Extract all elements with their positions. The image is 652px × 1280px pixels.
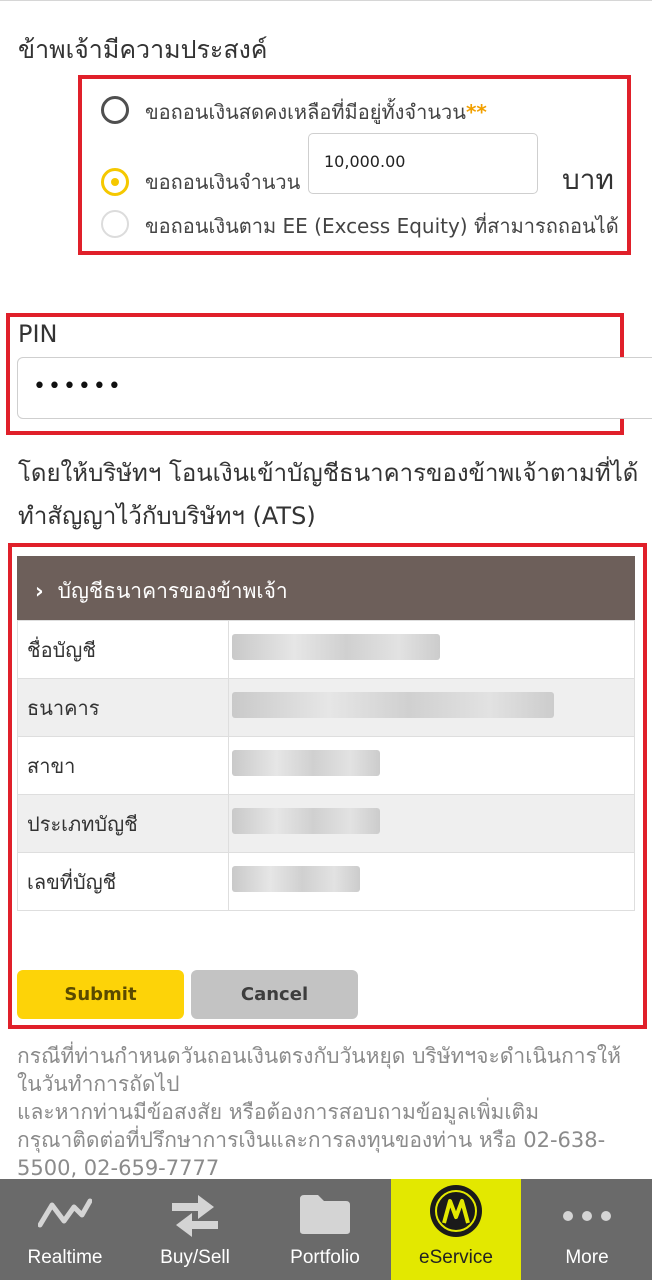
option-withdraw-ee-label: ขอถอนเงินตาม EE (Excess Equity) ที่สามาร… xyxy=(145,214,619,238)
chevron-right-icon: › xyxy=(35,579,44,603)
amount-input[interactable]: 10,000.00 xyxy=(308,133,538,194)
redacted-value xyxy=(232,634,440,660)
pin-input[interactable]: •••••• xyxy=(17,357,652,419)
row-label-bank: ธนาคาร xyxy=(17,678,229,737)
transfer-intro-text: โดยให้บริษัทฯ โอนเงินเข้าบัญชีธนาคารของข… xyxy=(18,459,639,530)
bank-logo-icon xyxy=(430,1185,482,1237)
row-label-account-type: ประเภทบัญชี xyxy=(17,794,229,853)
radio-withdraw-ee[interactable] xyxy=(101,210,129,238)
cancel-button[interactable]: Cancel xyxy=(191,970,358,1019)
row-value-redacted xyxy=(228,736,635,795)
required-stars: ** xyxy=(465,100,487,124)
note-line: และหากท่านมีข้อสงสัย หรือต้องการสอบถามข้… xyxy=(17,1100,540,1124)
row-label-account-number: เลขที่บัญชี xyxy=(17,852,229,911)
tab-more[interactable]: More xyxy=(522,1179,652,1280)
bank-account-header[interactable]: › บัญชีธนาคารของข้าพเจ้า xyxy=(17,556,635,620)
bottom-tab-bar: Realtime Buy/Sell Portfolio eService Mor… xyxy=(0,1179,652,1280)
bank-account-header-label: บัญชีธนาคารของข้าพเจ้า xyxy=(57,579,288,603)
tab-buy-sell[interactable]: Buy/Sell xyxy=(130,1179,260,1280)
option-withdraw-all-label: ขอถอนเงินสดคงเหลือที่มีอยู่ทั้งจำนวน** xyxy=(145,100,487,124)
table-row: ประเภทบัญชี xyxy=(17,794,635,853)
pin-label: PIN xyxy=(18,320,58,348)
option-withdraw-amount-label: ขอถอนเงินจำนวน xyxy=(145,170,301,194)
row-value-redacted xyxy=(228,678,635,737)
tab-label: More xyxy=(565,1247,609,1268)
chart-line-icon xyxy=(38,1198,92,1228)
bank-account-table: ชื่อบัญชี ธนาคาร สาขา ประเภทบัญชี เลขที่… xyxy=(17,620,635,911)
submit-button[interactable]: Submit xyxy=(17,970,184,1019)
redacted-value xyxy=(232,750,380,776)
currency-label: บาท xyxy=(562,163,614,196)
more-dots-icon xyxy=(563,1211,611,1221)
page-heading: ข้าพเจ้ามีความประสงค์ xyxy=(18,35,268,64)
row-value-redacted xyxy=(228,794,635,853)
table-row: สาขา xyxy=(17,736,635,795)
row-value-redacted xyxy=(228,620,635,679)
redacted-value xyxy=(232,866,360,892)
table-row: ธนาคาร xyxy=(17,678,635,737)
tab-portfolio[interactable]: Portfolio xyxy=(260,1179,390,1280)
table-row: เลขที่บัญชี xyxy=(17,852,635,911)
row-label-branch: สาขา xyxy=(17,736,229,795)
row-label-account-name: ชื่อบัญชี xyxy=(17,620,229,679)
tab-label: eService xyxy=(419,1247,493,1268)
note-line: กรณีที่ท่านกำหนดวันถอนเงินตรงกับวันหยุด … xyxy=(17,1044,621,1096)
table-row: ชื่อบัญชี xyxy=(17,620,635,679)
tab-eservice[interactable]: eService xyxy=(391,1179,521,1280)
tab-label: Realtime xyxy=(27,1247,103,1268)
redacted-value xyxy=(232,692,554,718)
swap-arrows-icon xyxy=(172,1195,218,1237)
footer-note: กรณีที่ท่านกำหนดวันถอนเงินตรงกับวันหยุด … xyxy=(17,1042,642,1182)
note-line: กรุณาติดต่อที่ปรึกษาการเงินและการลงทุนขอ… xyxy=(17,1128,606,1180)
radio-withdraw-all[interactable] xyxy=(101,96,129,124)
radio-withdraw-amount[interactable] xyxy=(101,168,129,196)
tab-label: Buy/Sell xyxy=(160,1247,230,1268)
top-divider xyxy=(0,0,652,1)
tab-label: Portfolio xyxy=(290,1247,360,1268)
row-value-redacted xyxy=(228,852,635,911)
tab-realtime[interactable]: Realtime xyxy=(0,1179,130,1280)
redacted-value xyxy=(232,808,380,834)
folder-icon xyxy=(300,1195,350,1234)
